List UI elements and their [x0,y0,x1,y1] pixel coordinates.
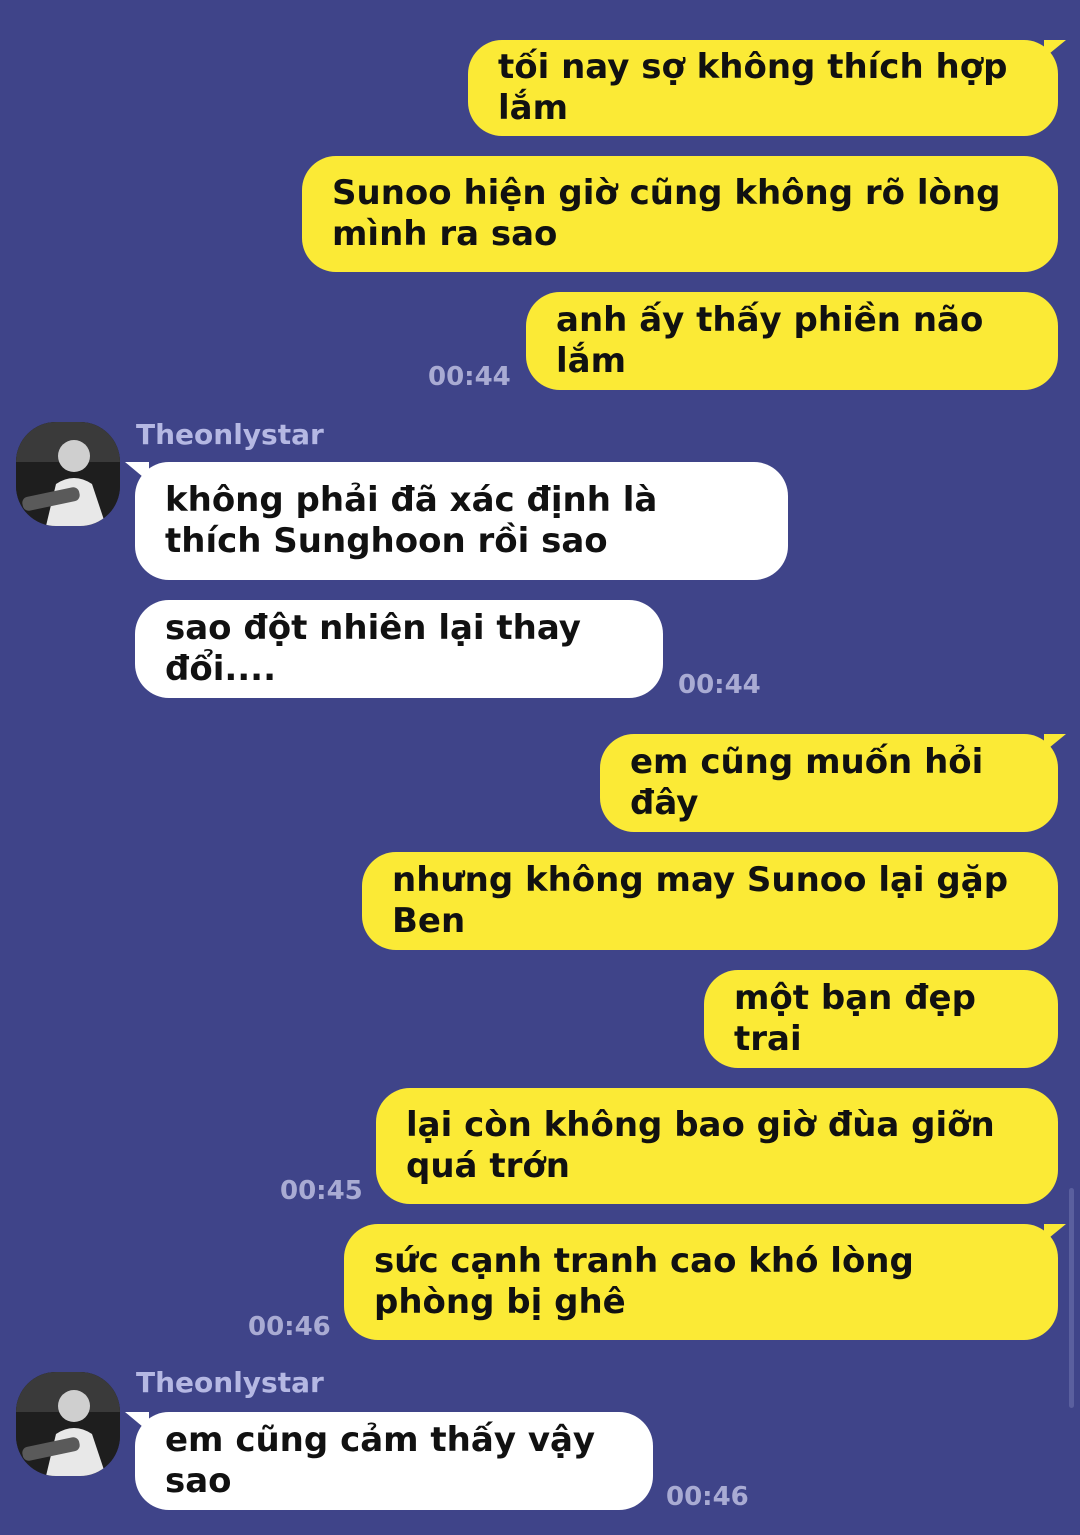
message-bubble-outgoing[interactable]: em cũng muốn hỏi đây [600,734,1066,832]
message-timestamp: 00:45 [280,1176,363,1206]
message-timestamp: 00:44 [428,362,511,392]
message-text: sao đột nhiên lại thay đổi.... [165,608,581,689]
message-bubble-outgoing[interactable]: anh ấy thấy phiền não lắm [526,292,1058,390]
scrollbar[interactable] [1069,1188,1074,1408]
message-bubble-outgoing[interactable]: tối nay sợ không thích hợp lắm [468,40,1066,136]
message-bubble-outgoing[interactable]: Sunoo hiện giờ cũng không rõ lòng mình r… [302,156,1058,272]
message-bubble-incoming[interactable]: không phải đã xác định là thích Sunghoon… [125,462,788,580]
avatar-photo-icon [16,422,120,526]
message-text: anh ấy thấy phiền não lắm [556,300,984,381]
message-text: không phải đã xác định là thích Sunghoon… [165,480,658,561]
message-bubble-incoming[interactable]: em cũng cảm thấy vậy sao [125,1412,653,1510]
message-timestamp: 00:46 [248,1312,331,1342]
message-text: em cũng cảm thấy vậy sao [165,1420,596,1501]
message-timestamp: 00:44 [678,670,761,700]
message-text: nhưng không may Sunoo lại gặp Ben [392,860,1009,941]
message-bubble-outgoing[interactable]: nhưng không may Sunoo lại gặp Ben [362,852,1058,950]
contact-name: Theonlystar [136,1366,324,1399]
contact-avatar[interactable] [16,1372,120,1476]
contact-name: Theonlystar [136,418,324,451]
message-text: sức cạnh tranh cao khó lòng phòng bị ghê [374,1241,914,1322]
message-text: tối nay sợ không thích hợp lắm [498,47,1008,128]
avatar-photo-icon [16,1372,120,1476]
message-text: Sunoo hiện giờ cũng không rõ lòng mình r… [332,173,1001,254]
message-text: một bạn đẹp trai [734,978,976,1059]
message-bubble-incoming[interactable]: sao đột nhiên lại thay đổi.... [135,600,663,698]
message-bubble-outgoing[interactable]: sức cạnh tranh cao khó lòng phòng bị ghê [344,1224,1066,1340]
message-bubble-outgoing[interactable]: lại còn không bao giờ đùa giỡn quá trớn [376,1088,1058,1204]
message-timestamp: 00:46 [666,1482,749,1512]
message-text: em cũng muốn hỏi đây [630,742,984,823]
contact-avatar[interactable] [16,422,120,526]
message-bubble-outgoing[interactable]: một bạn đẹp trai [704,970,1058,1068]
message-text: lại còn không bao giờ đùa giỡn quá trớn [406,1105,995,1186]
